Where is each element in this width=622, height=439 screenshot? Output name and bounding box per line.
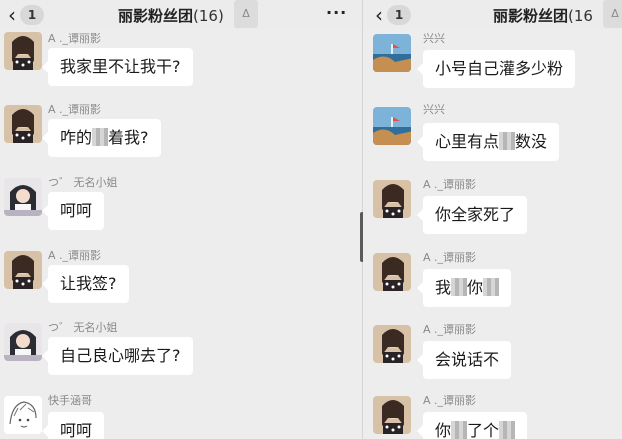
mosaic-censor bbox=[483, 277, 500, 296]
message-text: 自己良心哪去了? bbox=[60, 346, 181, 365]
back-button[interactable]: ‹ 1 bbox=[8, 5, 44, 25]
message-text: 你全家死了 bbox=[435, 205, 516, 224]
sender-name: A ._谭丽影 bbox=[48, 249, 102, 262]
woman-photo-avatar[interactable] bbox=[4, 251, 42, 289]
sender-name: つ゛ 无名小姐 bbox=[48, 176, 118, 189]
message-text-part: 你 bbox=[467, 278, 484, 297]
message-text: 呵呵 bbox=[60, 201, 93, 220]
chat-header: ‹ 1 丽影粉丝团(16) Δ ··· bbox=[0, 0, 362, 30]
mosaic-censor bbox=[451, 420, 468, 439]
girl-photo-avatar[interactable] bbox=[4, 178, 42, 216]
unread-badge: 1 bbox=[20, 5, 44, 25]
sender-name: 兴兴 bbox=[423, 103, 445, 116]
woman-photo-avatar[interactable] bbox=[4, 105, 42, 143]
mute-icon: Δ bbox=[234, 0, 258, 28]
sender-name: A ._谭丽影 bbox=[423, 178, 477, 191]
mute-icon: Δ bbox=[603, 0, 622, 28]
message-bubble[interactable]: 我家里不让我干? bbox=[42, 48, 193, 86]
group-title: 丽影粉丝团(16) bbox=[118, 5, 224, 26]
more-options-button[interactable]: ··· bbox=[326, 3, 347, 22]
woman-photo-avatar[interactable] bbox=[4, 32, 42, 70]
woman-photo-avatar[interactable] bbox=[373, 396, 411, 434]
sender-name: A ._谭丽影 bbox=[48, 32, 102, 45]
seascape-avatar[interactable] bbox=[373, 107, 411, 145]
mosaic-censor bbox=[499, 131, 516, 150]
message-text: 我家里不让我干? bbox=[60, 57, 181, 76]
sender-name: A ._谭丽影 bbox=[48, 103, 102, 116]
message-text: 让我签? bbox=[60, 274, 117, 293]
unread-badge: 1 bbox=[387, 5, 411, 25]
woman-photo-avatar[interactable] bbox=[373, 180, 411, 218]
chat-header: ‹ 1 丽影粉丝团(16 Δ bbox=[363, 0, 622, 30]
message-bubble[interactable]: 你全家死了 bbox=[416, 196, 528, 234]
seascape-avatar[interactable] bbox=[373, 34, 411, 72]
group-title: 丽影粉丝团(16 bbox=[493, 5, 593, 26]
message-text-part: 你 bbox=[435, 421, 452, 439]
message-text: 会说话不 bbox=[435, 350, 500, 369]
message-bubble[interactable]: 心里有点 数没 bbox=[416, 123, 560, 161]
message-bubble[interactable]: 你了个 bbox=[416, 412, 528, 439]
woman-photo-avatar[interactable] bbox=[373, 253, 411, 291]
message-text-part: 心里有点 bbox=[435, 132, 500, 151]
message-text-part: 我 bbox=[435, 278, 452, 297]
back-button[interactable]: ‹ 1 bbox=[375, 5, 411, 25]
sender-name: A ._谭丽影 bbox=[423, 394, 477, 407]
mosaic-censor bbox=[499, 420, 516, 439]
left-chat-screenshot: ‹ 1 丽影粉丝团(16) Δ ··· A ._谭丽影 我家里不让我干? A .… bbox=[0, 0, 362, 439]
message-bubble[interactable]: 咋的 着我? bbox=[42, 119, 161, 157]
message-bubble[interactable]: 呵呵 bbox=[41, 192, 105, 230]
group-name: 丽影粉丝团 bbox=[493, 7, 569, 25]
message-text-part: 着我? bbox=[108, 128, 149, 147]
sender-name: 兴兴 bbox=[423, 32, 445, 45]
back-arrow-icon: ‹ bbox=[375, 3, 383, 27]
message-bubble[interactable]: 呵呵 bbox=[41, 412, 105, 439]
message-bubble[interactable]: 会说话不 bbox=[416, 341, 512, 379]
right-chat-screenshot: ‹ 1 丽影粉丝团(16 Δ 兴兴 小号自己灌多少粉 兴兴 心里有点 数没 A .… bbox=[363, 0, 622, 439]
sender-name: 快手涵哥 bbox=[48, 394, 92, 407]
girl-photo-avatar[interactable] bbox=[4, 323, 42, 361]
message-text-part: 数没 bbox=[515, 132, 548, 151]
message-text: 小号自己灌多少粉 bbox=[435, 59, 564, 78]
member-count: (16) bbox=[193, 7, 224, 25]
message-text-part: 咋的 bbox=[60, 128, 93, 147]
message-bubble[interactable]: 自己良心哪去了? bbox=[42, 337, 193, 375]
message-bubble[interactable]: 我你 bbox=[416, 269, 512, 307]
woman-photo-avatar[interactable] bbox=[373, 325, 411, 363]
group-name: 丽影粉丝团 bbox=[118, 7, 194, 25]
back-arrow-icon: ‹ bbox=[8, 3, 16, 27]
member-count: (16 bbox=[568, 7, 593, 25]
message-text: 呵呵 bbox=[60, 421, 93, 439]
message-text-part: 了个 bbox=[467, 421, 500, 439]
mosaic-censor bbox=[92, 127, 109, 146]
sender-name: つ゛ 无名小姐 bbox=[48, 321, 118, 334]
sketch-avatar[interactable] bbox=[4, 396, 42, 434]
sender-name: A ._谭丽影 bbox=[423, 251, 477, 264]
mosaic-censor bbox=[451, 277, 468, 296]
message-bubble[interactable]: 小号自己灌多少粉 bbox=[416, 50, 576, 88]
message-bubble[interactable]: 让我签? bbox=[42, 265, 129, 303]
sender-name: A ._谭丽影 bbox=[423, 323, 477, 336]
